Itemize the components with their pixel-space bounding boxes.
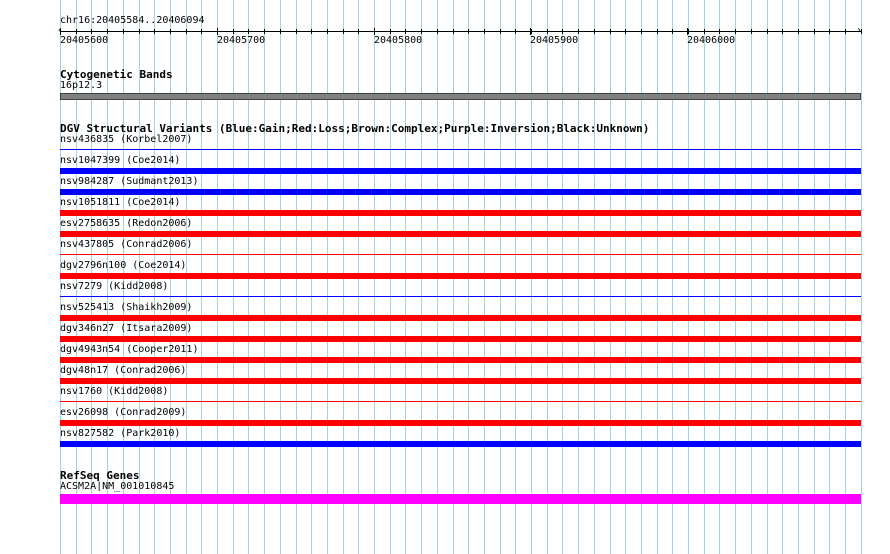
ruler-minor-tick bbox=[437, 29, 438, 34]
cytoband-bar[interactable] bbox=[60, 93, 861, 100]
dgv-variant-label: esv26098 (Conrad2009) bbox=[60, 407, 187, 418]
dgv-variant-label: nsv436835 (Korbel2007) bbox=[60, 134, 193, 145]
dgv-variant-bar[interactable] bbox=[60, 420, 861, 426]
ruler-minor-tick bbox=[562, 29, 563, 34]
dgv-variant-label: dgv346n27 (Itsara2009) bbox=[60, 323, 193, 334]
dgv-variant-label: nsv7279 (Kidd2008) bbox=[60, 281, 169, 292]
dgv-variant-bar[interactable] bbox=[60, 273, 861, 279]
ruler-minor-tick bbox=[735, 29, 736, 34]
ruler-major-tick bbox=[217, 28, 218, 35]
ruler-tick-label: 20405900 bbox=[530, 35, 579, 46]
ruler-minor-tick bbox=[123, 29, 124, 34]
dgv-variant-label: nsv827582 (Park2010) bbox=[60, 428, 181, 439]
ruler-axis bbox=[60, 31, 861, 32]
ruler-minor-tick bbox=[704, 29, 705, 34]
cytoband-label: 16p12.3 bbox=[60, 80, 103, 91]
ruler-minor-tick bbox=[280, 29, 281, 34]
ruler-minor-tick bbox=[751, 29, 752, 34]
dgv-variant-label: dgv2796n100 (Coe2014) bbox=[60, 260, 187, 271]
ruler-minor-tick bbox=[814, 29, 815, 34]
dgv-variant-label: nsv1760 (Kidd2008) bbox=[60, 386, 169, 397]
ruler-major-tick bbox=[530, 28, 531, 35]
ruler-minor-tick bbox=[390, 29, 391, 34]
dgv-variant-bar[interactable] bbox=[60, 378, 861, 384]
dgv-variant-bar[interactable] bbox=[60, 296, 861, 297]
ruler-minor-tick bbox=[107, 29, 108, 34]
ruler-minor-tick bbox=[500, 29, 501, 34]
dgv-variant-bar[interactable] bbox=[60, 336, 861, 342]
dgv-variant-bar[interactable] bbox=[60, 357, 861, 363]
dgv-variant-label: nsv437805 (Conrad2006) bbox=[60, 239, 193, 250]
dgv-variant-bar[interactable] bbox=[60, 189, 861, 195]
ruler-minor-tick bbox=[170, 29, 171, 34]
ruler-minor-tick bbox=[139, 29, 140, 34]
dgv-variant-bar[interactable] bbox=[60, 401, 861, 402]
dgv-variant-label: nsv1047399 (Coe2014) bbox=[60, 155, 181, 166]
ruler-minor-tick bbox=[594, 29, 595, 34]
ruler-minor-tick bbox=[358, 29, 359, 34]
ruler-minor-tick bbox=[547, 29, 548, 34]
dgv-variant-label: nsv1051811 (Coe2014) bbox=[60, 197, 181, 208]
dgv-variant-label: esv2758635 (Redon2006) bbox=[60, 218, 193, 229]
ruler-minor-tick bbox=[484, 29, 485, 34]
ruler-minor-tick bbox=[248, 29, 249, 34]
ruler-major-tick bbox=[60, 28, 61, 35]
dgv-variant-label: dgv4943n54 (Cooper2011) bbox=[60, 344, 199, 355]
ruler-minor-tick bbox=[625, 29, 626, 34]
ruler-minor-tick bbox=[453, 29, 454, 34]
ruler-minor-tick bbox=[405, 29, 406, 34]
dgv-variant-bar[interactable] bbox=[60, 168, 861, 174]
ruler-minor-tick bbox=[531, 29, 532, 34]
refseq-gene-bar[interactable] bbox=[60, 494, 861, 504]
ruler-minor-tick bbox=[327, 29, 328, 34]
ruler-tick-label: 20405600 bbox=[60, 35, 109, 46]
ruler-minor-tick bbox=[767, 29, 768, 34]
dgv-variant-label: nsv525413 (Shaikh2009) bbox=[60, 302, 193, 313]
ruler-minor-tick bbox=[468, 29, 469, 34]
ruler-minor-tick bbox=[829, 29, 830, 34]
ruler-minor-tick bbox=[91, 29, 92, 34]
ruler-tick-label: 20405800 bbox=[374, 35, 423, 46]
ruler-minor-tick bbox=[296, 29, 297, 34]
ruler-minor-tick bbox=[657, 29, 658, 34]
ruler-minor-tick bbox=[201, 29, 202, 34]
ruler-minor-tick bbox=[311, 29, 312, 34]
ruler-tick-label: 20406000 bbox=[687, 35, 736, 46]
ruler-minor-tick bbox=[154, 29, 155, 34]
ruler-minor-tick bbox=[186, 29, 187, 34]
ruler-minor-tick bbox=[76, 29, 77, 34]
ruler-minor-tick bbox=[719, 29, 720, 34]
dgv-variant-bar[interactable] bbox=[60, 315, 861, 321]
ruler-major-tick bbox=[374, 28, 375, 35]
dgv-variant-bar[interactable] bbox=[60, 149, 861, 150]
ruler-minor-tick bbox=[515, 29, 516, 34]
ruler-minor-tick bbox=[578, 29, 579, 34]
dgv-variant-label: nsv984287 (Sudmant2013) bbox=[60, 176, 199, 187]
ruler-minor-tick bbox=[782, 29, 783, 34]
dgv-variant-label: dgv48n17 (Conrad2006) bbox=[60, 365, 187, 376]
dgv-variant-bar[interactable] bbox=[60, 210, 861, 216]
ruler-minor-tick bbox=[610, 29, 611, 34]
dgv-variant-bar[interactable] bbox=[60, 254, 861, 255]
dgv-variant-bar[interactable] bbox=[60, 441, 861, 447]
ruler-minor-tick bbox=[343, 29, 344, 34]
ruler-major-tick bbox=[687, 28, 688, 35]
dgv-variant-bar[interactable] bbox=[60, 231, 861, 237]
refseq-gene-label: ACSM2A|NM_001010845 bbox=[60, 481, 175, 492]
ruler-minor-tick bbox=[641, 29, 642, 34]
ruler-minor-tick bbox=[845, 29, 846, 34]
ruler-minor-tick bbox=[233, 29, 234, 34]
ruler-tick-label: 20405700 bbox=[217, 35, 266, 46]
ruler-minor-tick bbox=[861, 29, 862, 34]
ruler-minor-tick bbox=[798, 29, 799, 34]
ruler-minor-tick bbox=[421, 29, 422, 34]
ruler-minor-tick bbox=[688, 29, 689, 34]
ruler-minor-tick bbox=[672, 29, 673, 34]
ruler-range-label: chr16:20405584..20406094 bbox=[60, 15, 205, 26]
ruler-minor-tick bbox=[264, 29, 265, 34]
